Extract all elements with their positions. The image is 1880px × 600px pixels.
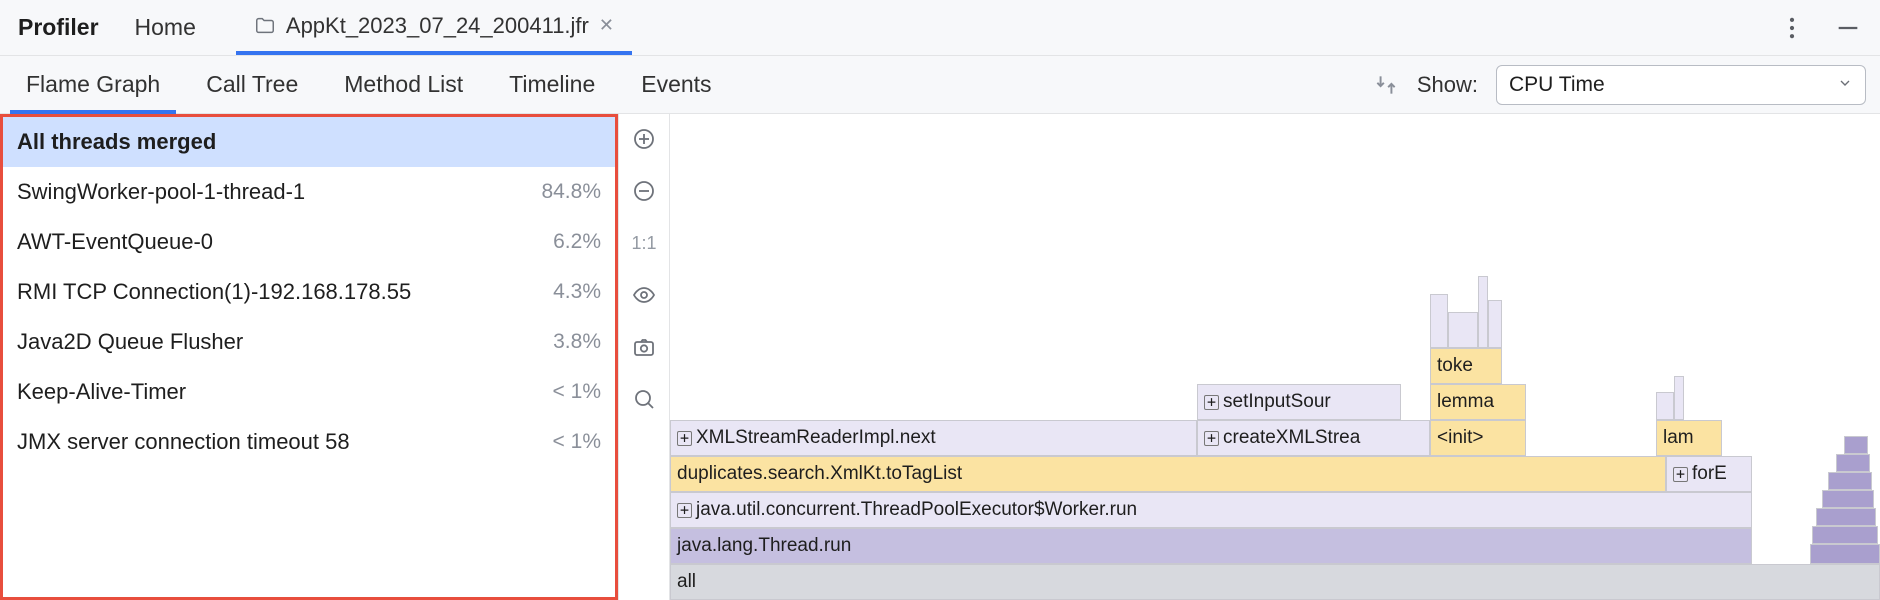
tab-flame-graph[interactable]: Flame Graph [10, 56, 176, 113]
flame-spike [1816, 508, 1876, 526]
close-tab-icon[interactable]: ✕ [599, 15, 614, 36]
flame-cell-label: XMLStreamReaderImpl.next [696, 427, 936, 449]
zoom-reset-button[interactable]: 1:1 [627, 226, 661, 260]
flame-cell-label: <init> [1437, 427, 1483, 449]
flame-spike [1836, 454, 1870, 472]
flame-spike [1674, 376, 1684, 420]
tab-call-tree[interactable]: Call Tree [190, 56, 314, 113]
thread-pct: < 1% [553, 380, 601, 404]
flame-spike [1812, 526, 1878, 544]
flame-spike [1810, 544, 1880, 564]
camera-icon[interactable] [627, 330, 661, 364]
open-file-name: AppKt_2023_07_24_200411.jfr [286, 13, 589, 39]
top-header: Profiler Home AppKt_2023_07_24_200411.jf… [0, 0, 1880, 56]
flame-cell[interactable]: + java.util.concurrent.ThreadPoolExecutor… [670, 492, 1752, 528]
flame-tool-strip: 1:1 [618, 114, 670, 600]
breadcrumb-home[interactable]: Home [135, 14, 196, 41]
flame-cell-label: forE [1692, 463, 1727, 485]
flame-cell[interactable]: java.lang.Thread.run [670, 528, 1752, 564]
flame-spike [1448, 312, 1478, 348]
expand-icon[interactable]: + [1673, 467, 1688, 482]
flame-cell[interactable]: toke [1430, 348, 1502, 384]
swap-icon[interactable] [1373, 72, 1399, 98]
sub-tabs: Flame Graph Call Tree Method List Timeli… [0, 56, 1880, 114]
thread-pct: 6.2% [553, 230, 601, 254]
flame-cell[interactable]: + XMLStreamReaderImpl.next [670, 420, 1197, 456]
profiler-title: Profiler [18, 14, 99, 41]
expand-icon[interactable]: + [677, 431, 692, 446]
show-label: Show: [1417, 72, 1478, 98]
flame-cell-label: java.util.concurrent.ThreadPoolExecutor$… [696, 499, 1137, 521]
top-right-actions [1778, 0, 1862, 55]
thread-row[interactable]: AWT-EventQueue-0 6.2% [3, 217, 615, 267]
flame-cell-label: all [677, 571, 696, 593]
flame-cell-label: duplicates.search.XmlKt.toTagList [677, 463, 962, 485]
flame-cell-label: createXMLStrea [1223, 427, 1360, 449]
zoom-in-icon[interactable] [627, 122, 661, 156]
show-select[interactable]: CPU Time [1496, 65, 1866, 105]
tab-timeline[interactable]: Timeline [493, 56, 611, 113]
search-icon[interactable] [627, 382, 661, 416]
expand-icon[interactable]: + [677, 503, 692, 518]
content-area: All threads merged SwingWorker-pool-1-th… [0, 114, 1880, 600]
flame-spike [1844, 436, 1868, 454]
thread-name: Keep-Alive-Timer [17, 379, 186, 405]
more-icon[interactable] [1778, 14, 1806, 42]
thread-name: All threads merged [17, 129, 216, 155]
flame-cell-label: java.lang.Thread.run [677, 535, 851, 557]
thread-row[interactable]: RMI TCP Connection(1)-192.168.178.55 4.3… [3, 267, 615, 317]
flame-cell[interactable]: lemma [1430, 384, 1526, 420]
flame-spike [1430, 294, 1448, 348]
tab-method-list[interactable]: Method List [328, 56, 479, 113]
expand-icon[interactable]: + [1204, 395, 1219, 410]
thread-pct: 84.8% [541, 180, 601, 204]
thread-pct: < 1% [553, 430, 601, 454]
thread-row[interactable]: SwingWorker-pool-1-thread-1 84.8% [3, 167, 615, 217]
thread-name: RMI TCP Connection(1)-192.168.178.55 [17, 279, 411, 305]
open-file-tab[interactable]: AppKt_2023_07_24_200411.jfr ✕ [236, 0, 632, 55]
thread-name: SwingWorker-pool-1-thread-1 [17, 179, 305, 205]
thread-pct: 4.3% [553, 280, 601, 304]
flame-spike [1488, 300, 1502, 348]
flame-cell-label: setInputSour [1223, 391, 1331, 413]
thread-name: AWT-EventQueue-0 [17, 229, 213, 255]
flame-cell[interactable]: all [670, 564, 1880, 600]
flame-cell[interactable]: duplicates.search.XmlKt.toTagList [670, 456, 1666, 492]
expand-icon[interactable]: + [1204, 431, 1219, 446]
thread-row[interactable]: Java2D Queue Flusher 3.8% [3, 317, 615, 367]
flame-cell[interactable]: <init> [1430, 420, 1526, 456]
flame-cell[interactable]: lam [1656, 420, 1722, 456]
folder-icon [254, 15, 276, 37]
thread-name: Java2D Queue Flusher [17, 329, 243, 355]
thread-pct: 3.8% [553, 330, 601, 354]
flame-spike [1828, 472, 1872, 490]
zoom-out-icon[interactable] [627, 174, 661, 208]
flame-graph-area[interactable]: all java.lang.Thread.run + java.util.concur… [670, 114, 1880, 600]
thread-name: JMX server connection timeout 58 [17, 429, 350, 455]
chevron-down-icon [1837, 73, 1853, 97]
flame-cell-label: lam [1663, 427, 1694, 449]
flame-cell[interactable]: + setInputSour [1197, 384, 1401, 420]
thread-row[interactable]: Keep-Alive-Timer < 1% [3, 367, 615, 417]
flame-spike [1822, 490, 1874, 508]
thread-panel: All threads merged SwingWorker-pool-1-th… [0, 114, 618, 600]
tab-events[interactable]: Events [625, 56, 727, 113]
sub-tabs-right: Show: CPU Time [1373, 56, 1866, 113]
show-selected-value: CPU Time [1509, 73, 1605, 97]
thread-row[interactable]: JMX server connection timeout 58 < 1% [3, 417, 615, 467]
minimize-icon[interactable] [1834, 14, 1862, 42]
eye-icon[interactable] [627, 278, 661, 312]
flame-cell-label: lemma [1437, 391, 1494, 413]
flame-spike [1478, 276, 1488, 348]
thread-row-all[interactable]: All threads merged [3, 117, 615, 167]
flame-spike [1656, 392, 1674, 420]
flame-cell-label: toke [1437, 355, 1473, 377]
flame-cell[interactable]: + forE [1666, 456, 1752, 492]
flame-cell[interactable]: + createXMLStrea [1197, 420, 1430, 456]
